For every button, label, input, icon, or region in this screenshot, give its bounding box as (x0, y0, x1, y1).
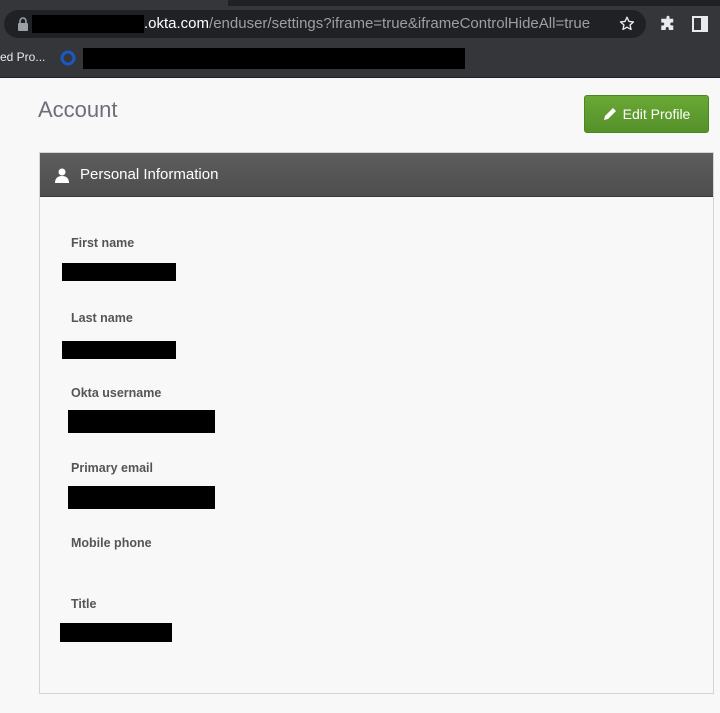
redacted-bookmarks (83, 48, 465, 69)
field-value-first-name (62, 263, 176, 281)
field-label-okta-username: Okta username (71, 386, 162, 400)
field-label-mobile-phone: Mobile phone (71, 536, 152, 550)
user-icon (55, 168, 69, 183)
star-icon[interactable] (618, 15, 636, 33)
tab-strip (228, 0, 720, 6)
field-value-primary-email (68, 486, 215, 509)
url-text[interactable]: .okta.com/enduser/settings?iframe=true&i… (144, 15, 590, 33)
url-path: /enduser/settings?iframe=true&iframeCont… (209, 15, 591, 32)
field-label-last-name: Last name (71, 311, 133, 325)
field-value-last-name (62, 341, 176, 359)
puzzle-icon[interactable] (659, 15, 677, 33)
page-title: Account (38, 97, 118, 122)
url-host: .okta.com (144, 15, 210, 32)
bookmarks-bar: ed Pro... (0, 48, 720, 78)
field-value-okta-username (68, 410, 215, 433)
pencil-icon (603, 108, 616, 120)
browser-toolbar: .okta.com/enduser/settings?iframe=true&i… (0, 0, 720, 48)
bookmark-item[interactable]: ed Pro... (0, 48, 45, 66)
redacted-url-prefix (32, 15, 144, 33)
field-label-first-name: First name (71, 236, 135, 250)
edit-profile-button[interactable]: Edit Profile (584, 95, 709, 133)
address-bar[interactable]: .okta.com/enduser/settings?iframe=true&i… (4, 10, 646, 38)
lock-icon[interactable] (17, 17, 29, 31)
panel-header: Personal Information (40, 153, 713, 197)
field-label-primary-email: Primary email (71, 461, 153, 475)
side-panel-icon[interactable] (692, 16, 708, 32)
field-label-title: Title (71, 597, 97, 611)
personal-information-panel: Personal Information First name Last nam… (39, 152, 714, 694)
panel-title: Personal Information (80, 166, 219, 183)
field-value-title (60, 623, 172, 642)
edit-profile-label: Edit Profile (622, 106, 691, 122)
bookmark-favicon-icon[interactable] (60, 50, 76, 66)
